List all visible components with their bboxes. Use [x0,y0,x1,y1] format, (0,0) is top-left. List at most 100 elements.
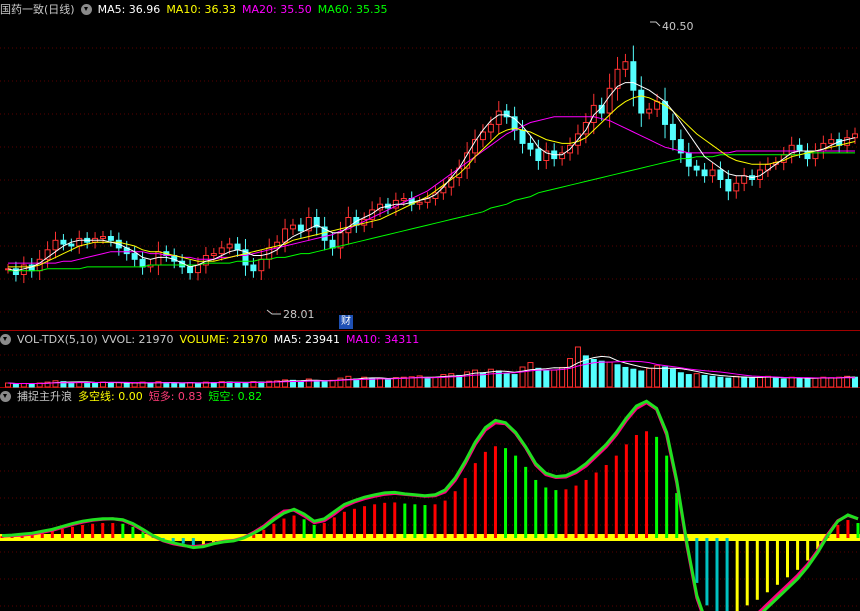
volume-bar [567,358,574,388]
dropdown-icon[interactable] [80,4,92,15]
candle-body [519,129,526,144]
indicator-bars [0,399,860,611]
volume-bar [820,376,827,388]
volume-bar [725,377,732,388]
volume-bar [511,374,518,388]
indicator-title[interactable]: 捕捉主升浪 [17,390,72,403]
candle-body [693,165,700,171]
volume-bar [503,373,510,388]
candle-body [622,61,629,70]
volume-bar [733,375,740,388]
candle-body [725,179,732,192]
volume-bar [297,380,304,388]
volume-bar [543,370,550,388]
candle-body [194,264,201,274]
volume-bar [559,366,566,388]
candle-body [717,169,724,180]
candle-body [329,239,336,249]
candle-body [669,123,676,141]
volume-bar [163,382,170,388]
vol-ma10-value: MA10: 34311 [346,333,420,346]
vol-ma5-value: MA5: 23941 [273,333,341,346]
volume-bar [92,382,99,388]
dropdown-icon[interactable] [0,391,11,402]
dropdown-icon[interactable] [0,334,11,345]
ma5-value: MA5: 36.96 [97,3,161,16]
volume-bar [28,383,35,388]
volume-bar [194,382,201,388]
volume-bar [369,378,376,388]
candle-body [226,243,233,249]
event-badge[interactable]: 财 [339,315,353,329]
volume-bar [764,375,771,388]
candle-body [796,144,803,152]
volume-bar [384,378,391,388]
candle-body [99,236,106,239]
ma10-value: MA10: 36.33 [166,3,237,16]
candle-body [852,133,858,139]
volume-bar [788,376,795,388]
volume-bar [551,369,558,388]
candle-body [812,150,819,160]
volume-bar [171,382,178,388]
volume-bar [5,382,11,388]
stock-chart[interactable]: 40.50 28.01 [0,0,860,611]
candle-body [440,186,447,194]
candle-body [297,224,304,232]
high-price-label: 40.50 [662,20,694,33]
duokong-baseline [0,534,860,541]
volume-bar [709,375,716,388]
candle-body [741,175,748,184]
volume-bar [646,367,653,388]
volume-bar [701,374,708,388]
candle-body [646,108,653,114]
vol-title[interactable]: VOL-TDX(5,10) [17,333,98,346]
volume-bar [852,376,858,388]
volume-bar [630,368,637,388]
candle-body [709,169,716,177]
duankong-value: 短空: 0.82 [208,390,263,403]
volume-bar [812,377,819,388]
volume-bar [123,382,130,388]
candle-body [282,228,289,243]
volume-bar [313,380,320,388]
candle-body [527,142,534,150]
volume-bar [836,376,843,388]
volume-bar [147,382,154,388]
volume-bar [535,367,542,388]
candle-body [187,266,194,274]
volume-bar [693,373,700,388]
price-candles [5,45,858,284]
volume-bar [345,375,352,388]
volume-bar [179,382,186,388]
volume-bar [638,370,645,388]
candle-body [487,123,494,133]
candle-body [495,110,502,125]
volume-bar [614,364,621,388]
volume-bar [796,377,803,388]
high-marker: 40.50 [650,20,694,33]
candle-body [250,264,257,272]
candle-body [68,243,75,247]
low-price-label: 28.01 [283,308,315,321]
volume-bar [424,378,431,388]
candle-body [131,253,138,260]
stock-title[interactable]: 国药一致(日线) [0,3,75,16]
volume-bar [598,360,605,388]
candle-body [630,61,637,91]
duanduo-line [1,399,859,611]
volume-bar [622,366,629,388]
volume-bar [654,365,661,388]
volume-value: VOLUME: 21970 [179,333,268,346]
volume-bar [606,361,613,388]
candle-body [218,247,225,255]
volume-bar [84,382,91,388]
volume-bar [12,383,19,388]
volume-bar [717,376,724,388]
duokong-value: 多空线: 0.00 [78,390,143,403]
volume-bar [68,382,75,388]
volume-bars [5,346,858,388]
candle-body [345,217,352,234]
volume-bar [519,366,526,388]
volume-bar [828,377,835,388]
